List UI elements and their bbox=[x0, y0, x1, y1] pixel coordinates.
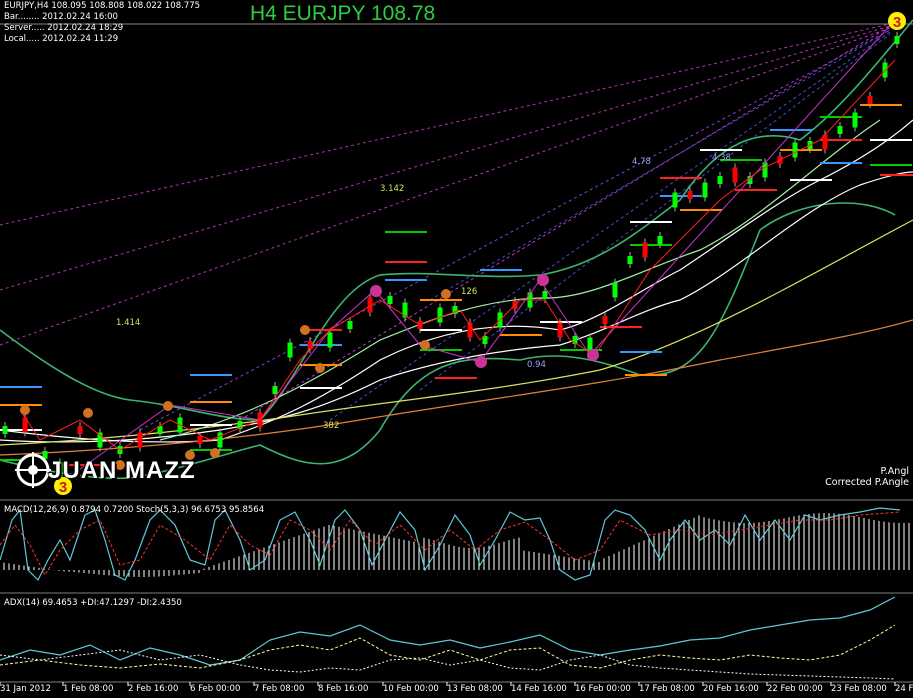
adx-indicator-label: ADX(14) 69.4653 +DI:47.1297 -DI:2.4350 bbox=[4, 598, 182, 608]
price-chart[interactable]: 3 3 bbox=[0, 0, 913, 698]
time-axis-label: 17 Feb 08:00 bbox=[639, 684, 695, 694]
candle-body bbox=[732, 167, 738, 183]
time-axis-label: 13 Feb 08:00 bbox=[447, 684, 503, 694]
stoch-main-line bbox=[0, 507, 901, 582]
wave-lines bbox=[19, 19, 896, 488]
fib-label-094: 0.94 bbox=[527, 360, 546, 370]
candle-body bbox=[217, 432, 223, 448]
symbol-info-panel: EURJPY,H4 108.095 108.808 108.022 108.77… bbox=[4, 1, 200, 45]
fib-label-3142: 3.142 bbox=[380, 184, 405, 194]
candle-body bbox=[347, 321, 353, 329]
time-axis-label: 2 Feb 16:00 bbox=[128, 684, 179, 694]
svg-text:3: 3 bbox=[893, 14, 901, 31]
candle-body bbox=[327, 332, 333, 348]
time-axis-label: 16 Feb 00:00 bbox=[575, 684, 631, 694]
candle-body bbox=[642, 242, 648, 258]
time-axis-label: 23 Feb 08:00 bbox=[831, 684, 887, 694]
candle-body bbox=[837, 126, 843, 134]
time-axis-label: 24 Feb bbox=[895, 684, 913, 694]
time-axis-label: 6 Feb 00:00 bbox=[190, 684, 241, 694]
bollinger-bands bbox=[0, 19, 913, 480]
candle-body bbox=[657, 236, 663, 244]
macd-indicator-label: MACD(12,26,9) 0.8794 0.7200 Stoch(5,3,3)… bbox=[4, 505, 265, 515]
candle-body bbox=[687, 191, 693, 199]
candle-body bbox=[702, 182, 708, 198]
candle-body bbox=[437, 307, 443, 323]
fib-label-382: 382 bbox=[323, 421, 340, 431]
server-time: Server..... 2012.02.24 18:29 bbox=[4, 23, 124, 33]
candle-body bbox=[717, 176, 723, 184]
candle-body bbox=[197, 436, 203, 444]
wave-marker-end: 3 bbox=[888, 12, 906, 31]
candle-body bbox=[77, 426, 83, 434]
time-axis-label: 20 Feb 16:00 bbox=[703, 684, 759, 694]
time-axis-label: 14 Feb 16:00 bbox=[511, 684, 567, 694]
candle-body bbox=[287, 342, 293, 358]
candle-body bbox=[867, 96, 873, 104]
candle-body bbox=[272, 386, 278, 394]
time-axis-label: 22 Feb 00:00 bbox=[767, 684, 823, 694]
time-axis-label: 7 Feb 08:00 bbox=[254, 684, 305, 694]
corrected-pangle-label: Corrected P.Angle bbox=[825, 477, 909, 488]
time-axis-label: 31 Jan 2012 bbox=[0, 684, 51, 694]
fib-label-1414: 1.414 bbox=[116, 318, 141, 328]
candle-body bbox=[627, 256, 633, 264]
candle-body bbox=[542, 291, 548, 299]
time-axis-label: 8 Feb 16:00 bbox=[318, 684, 369, 694]
moving-averages bbox=[0, 119, 913, 456]
time-axis-label: 10 Feb 00:00 bbox=[383, 684, 439, 694]
candlesticks bbox=[2, 32, 900, 482]
local-time: Local..... 2012.02.24 11:29 bbox=[4, 34, 119, 44]
plus-di-line bbox=[0, 624, 896, 669]
candle-body bbox=[602, 316, 608, 324]
candle-body bbox=[612, 282, 618, 298]
time-axis-label: 1 Feb 08:00 bbox=[63, 684, 114, 694]
fib-label-478: 4.78 bbox=[632, 157, 651, 167]
chart-title: H4 EURJPY 108.78 bbox=[250, 2, 436, 25]
candle-body bbox=[137, 432, 143, 448]
candle-body bbox=[894, 36, 900, 44]
fibonacci-fan bbox=[0, 23, 891, 431]
candle-body bbox=[2, 426, 8, 434]
pangle-label: P.Angl bbox=[880, 466, 909, 477]
fib-label-438: 4.38 bbox=[712, 153, 731, 163]
candle-body bbox=[672, 192, 678, 208]
bar-time: Bar........ 2012.02.24 16:00 bbox=[4, 12, 118, 22]
symbol-ohlc: EURJPY,H4 108.095 108.808 108.022 108.77… bbox=[4, 1, 201, 11]
candle-body bbox=[387, 296, 393, 304]
logo-text: JUAN MAZZ bbox=[48, 457, 196, 484]
fib-label-126: 126 bbox=[461, 287, 478, 297]
stoch-signal-line bbox=[0, 511, 901, 577]
candle-body bbox=[852, 112, 858, 128]
candle-body bbox=[792, 142, 798, 158]
